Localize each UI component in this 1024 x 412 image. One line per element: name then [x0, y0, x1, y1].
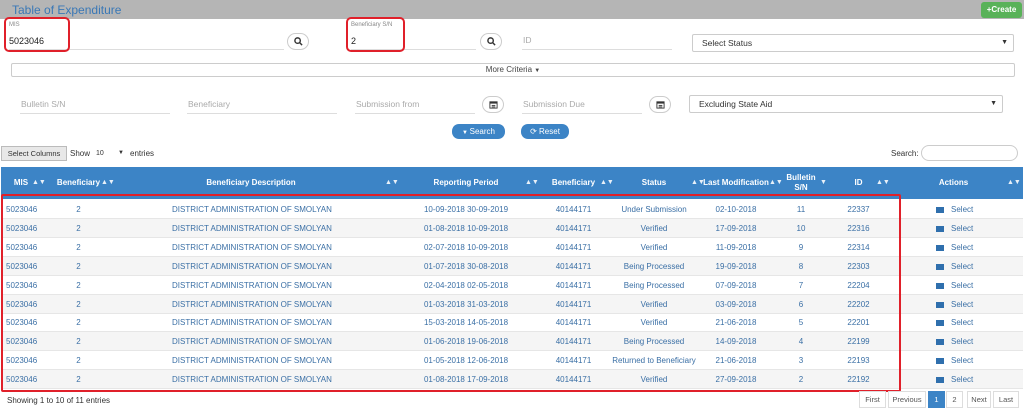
select-link[interactable]: Select — [951, 313, 991, 332]
beneficiary-field[interactable]: Beneficiary — [187, 94, 337, 114]
select-link[interactable]: Select — [951, 295, 991, 314]
select-link[interactable]: Select — [951, 219, 991, 238]
entries-value: 10 — [96, 150, 104, 157]
page-button-previous[interactable]: Previous — [888, 391, 926, 408]
state-aid-select-value: Excluding State Aid — [699, 99, 773, 109]
select-link[interactable]: Select — [951, 370, 991, 389]
caret-down-icon: ▼ — [990, 100, 997, 107]
create-label: Create — [991, 5, 1017, 14]
more-criteria-label: More Criteria — [485, 65, 533, 74]
mis-search-button[interactable] — [287, 33, 309, 50]
select-link[interactable]: Select — [951, 276, 991, 295]
sort-icon: ▲▼ — [32, 179, 46, 186]
search-icon — [486, 37, 496, 46]
page-button-first[interactable]: First — [859, 391, 886, 408]
calendar-icon — [488, 101, 498, 109]
refresh-icon: ⟳ — [530, 127, 540, 136]
table-search-label: Search: — [891, 149, 919, 158]
submission-due-placeholder: Submission Due — [523, 99, 585, 109]
menu-icon[interactable] — [936, 339, 944, 346]
sort-icon: ▲▼ — [876, 179, 890, 186]
page-title: Table of Expenditure — [12, 3, 122, 17]
beneficiary-placeholder: Beneficiary — [188, 99, 231, 109]
caret-down-icon: ▼ — [118, 150, 124, 156]
caret-down-icon: ▼ — [1001, 39, 1008, 46]
page-button-last[interactable]: Last — [993, 391, 1019, 408]
title-bar: Table of Expenditure +Create — [0, 0, 1024, 19]
col-beneficiary-code-label: Beneficiary — [551, 178, 596, 187]
id-field[interactable]: ID — [522, 30, 672, 50]
select-link[interactable]: Select — [951, 257, 991, 276]
menu-icon[interactable] — [936, 263, 944, 270]
entries-select[interactable]: 10 ▼ — [96, 146, 126, 160]
more-criteria-toggle[interactable]: More Criteria ▼ — [11, 63, 1015, 77]
sort-icon: ▲▼ — [1007, 179, 1021, 186]
id-placeholder: ID — [523, 35, 532, 45]
table-search-input[interactable] — [921, 145, 1018, 161]
search-button[interactable]: ▼ Search — [452, 124, 505, 139]
submission-due-calendar-button[interactable] — [649, 96, 671, 113]
menu-icon[interactable] — [936, 225, 944, 232]
menu-icon[interactable] — [936, 301, 944, 308]
status-select-value: Select Status — [702, 38, 753, 48]
status-select[interactable]: Select Status ▼ — [692, 34, 1014, 52]
select-columns-button[interactable]: Select Columns — [1, 146, 67, 161]
col-mis-label: MIS — [13, 178, 29, 187]
col-description-label: Beneficiary Description — [206, 178, 296, 187]
submission-from-calendar-button[interactable] — [482, 96, 504, 113]
search-button-label: Search — [469, 127, 495, 136]
highlight-box-rows — [1, 194, 901, 392]
entries-label: entries — [130, 149, 155, 158]
show-label: Show — [70, 149, 91, 158]
bulletin-sn-field[interactable]: Bulletin S/N — [20, 94, 170, 114]
col-status-label: Status — [641, 178, 667, 187]
submission-from-placeholder: Submission from — [356, 99, 420, 109]
calendar-icon — [655, 101, 665, 109]
search-icon — [293, 37, 303, 46]
menu-icon[interactable] — [936, 244, 944, 251]
sort-icon: ▲▼ — [385, 179, 399, 186]
col-id-label: ID — [854, 178, 863, 187]
menu-icon[interactable] — [936, 320, 944, 327]
page-button-next[interactable]: Next — [967, 391, 991, 408]
sort-icon: ▼ — [820, 179, 827, 186]
col-actions: Actions ▲▼ — [896, 167, 1021, 199]
menu-icon[interactable] — [936, 358, 944, 365]
page-button-2[interactable]: 2 — [946, 391, 963, 408]
create-button[interactable]: +Create — [981, 2, 1022, 18]
highlight-box-mis — [4, 17, 70, 52]
menu-icon[interactable] — [936, 282, 944, 289]
select-link[interactable]: Select — [951, 238, 991, 257]
menu-icon[interactable] — [936, 377, 944, 384]
col-actions-label: Actions — [938, 178, 969, 187]
select-link[interactable]: Select — [951, 332, 991, 351]
submission-from-field[interactable]: Submission from — [355, 94, 475, 114]
col-reporting-period-label: Reporting Period — [433, 178, 499, 187]
bulletin-sn-placeholder: Bulletin S/N — [21, 99, 66, 109]
reset-button[interactable]: ⟳ Reset — [521, 124, 569, 139]
state-aid-select[interactable]: Excluding State Aid ▼ — [689, 95, 1003, 113]
reset-button-label: Reset — [539, 127, 560, 136]
select-link[interactable]: Select — [951, 351, 991, 370]
table-info: Showing 1 to 10 of 11 entries — [7, 396, 111, 405]
col-beneficiary-label: Beneficiary — [56, 178, 101, 187]
highlight-box-beneficiary-sn — [346, 17, 405, 52]
col-bulletin-label: Bulletin S/N — [786, 173, 816, 192]
select-link[interactable]: Select — [951, 200, 991, 219]
caret-down-icon: ▼ — [462, 130, 470, 136]
page-button-1[interactable]: 1 — [928, 391, 945, 408]
menu-icon[interactable] — [936, 207, 944, 213]
sort-icon: ▲▼ — [525, 179, 539, 186]
beneficiary-sn-search-button[interactable] — [480, 33, 502, 50]
col-last-modification-label: Last Modification — [703, 178, 769, 187]
caret-down-icon: ▼ — [534, 68, 541, 74]
submission-due-field[interactable]: Submission Due — [522, 94, 642, 114]
